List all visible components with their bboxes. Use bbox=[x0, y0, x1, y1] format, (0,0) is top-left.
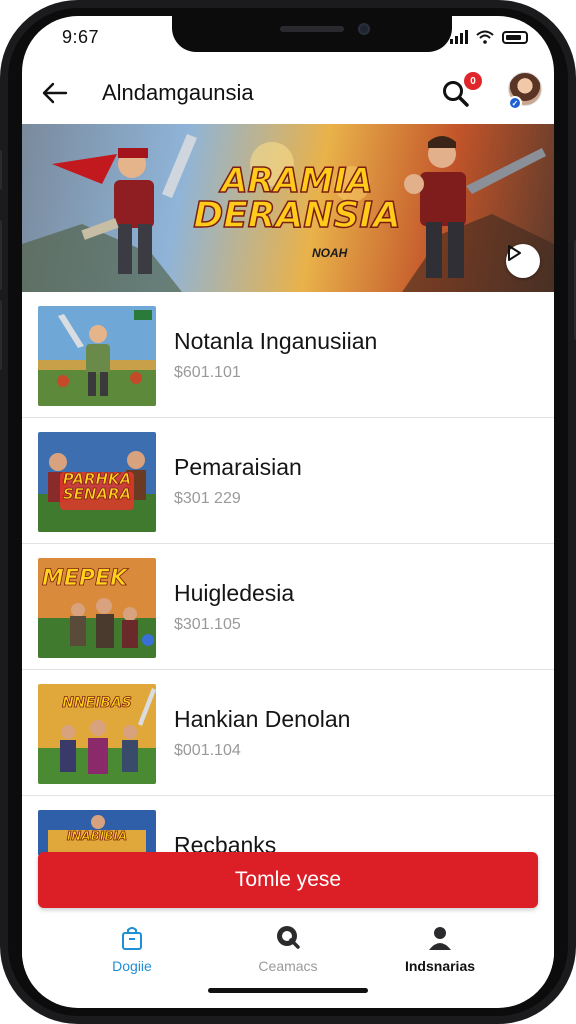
tab-indsnarias[interactable]: Indsnarias bbox=[360, 924, 520, 980]
item-title: Pemaraisian bbox=[174, 454, 302, 480]
item-price: $001.104 bbox=[174, 742, 241, 759]
app-bar: Alndamgaunsia 0 ✓ bbox=[22, 60, 554, 124]
thumbnail-text: MEPEK bbox=[42, 566, 128, 591]
list-item[interactable]: INABIBIA Recbanks bbox=[22, 796, 554, 858]
list-item[interactable]: MEPEK Huigledesia $301.105 bbox=[22, 544, 554, 670]
tab-dogiie[interactable]: Dogiie bbox=[52, 924, 212, 980]
battery-icon bbox=[502, 30, 528, 44]
item-title: Huigledesia bbox=[174, 580, 295, 606]
play-icon bbox=[508, 245, 521, 261]
item-title: Hankian Denolan bbox=[174, 706, 351, 732]
front-camera bbox=[358, 23, 370, 35]
game-thumbnail bbox=[38, 306, 156, 406]
item-title: Notanla Inganusiian bbox=[174, 328, 378, 354]
game-thumbnail: PARHKA SENARA bbox=[38, 432, 156, 532]
search-chat-icon bbox=[277, 926, 300, 949]
play-button[interactable] bbox=[506, 244, 540, 278]
banner-title: ARAMIA DERANSIA bbox=[192, 161, 402, 236]
primary-action-button[interactable]: Tomle yese bbox=[38, 852, 538, 908]
list-item[interactable]: NNEIBAS Hankian Denolan $001.104 bbox=[22, 670, 554, 796]
tab-label: Ceamacs bbox=[258, 958, 318, 974]
tab-label: Indsnarias bbox=[404, 958, 476, 974]
phone-frame: 9:67 Alndamgaunsia 0 ✓ ARAMIA DERANSIA N… bbox=[0, 0, 576, 1024]
tab-label: Dogiie bbox=[112, 958, 152, 974]
banner-subtitle: NOAH bbox=[312, 246, 348, 260]
featured-banner[interactable]: ARAMIA DERANSIA NOAH bbox=[22, 124, 554, 292]
verified-icon: ✓ bbox=[508, 96, 522, 110]
page-title: Alndamgaunsia bbox=[102, 80, 254, 105]
volume-down-button bbox=[0, 300, 2, 370]
volume-up-button bbox=[0, 220, 2, 290]
tab-ceamacs[interactable]: Ceamacs bbox=[208, 924, 368, 980]
signal-icon bbox=[450, 30, 468, 44]
notification-badge: 0 bbox=[464, 72, 482, 90]
thumbnail-text: PARHKA SENARA bbox=[62, 470, 132, 503]
back-button[interactable] bbox=[40, 78, 70, 108]
game-thumbnail: MEPEK bbox=[38, 558, 156, 658]
list-item[interactable]: PARHKA SENARA Pemaraisian $301 229 bbox=[22, 418, 554, 544]
game-thumbnail: INABIBIA bbox=[38, 810, 156, 856]
thumbnail-text: NNEIBAS bbox=[62, 695, 133, 711]
thumbnail-text: INABIBIA bbox=[66, 829, 128, 843]
item-price: $301 229 bbox=[174, 490, 241, 507]
item-price: $301.105 bbox=[174, 616, 241, 633]
screen: 9:67 Alndamgaunsia 0 ✓ ARAMIA DERANSIA N… bbox=[22, 16, 554, 1008]
bag-icon bbox=[122, 927, 142, 950]
person-icon bbox=[429, 927, 451, 950]
game-thumbnail: NNEIBAS bbox=[38, 684, 156, 784]
status-time: 9:67 bbox=[62, 27, 100, 47]
list-item[interactable]: Notanla Inganusiian $601.101 bbox=[22, 292, 554, 418]
bottom-tab-bar: Dogiie Ceamacs Indsnarias bbox=[22, 916, 554, 986]
home-indicator[interactable] bbox=[208, 988, 368, 993]
banner-title-line2: DERANSIA bbox=[193, 195, 402, 236]
game-list: Notanla Inganusiian $601.101 PARHKA SENA… bbox=[22, 292, 554, 858]
wifi-icon bbox=[476, 30, 494, 44]
status-icons bbox=[450, 30, 528, 44]
item-price: $601.101 bbox=[174, 364, 241, 381]
notch bbox=[172, 16, 452, 52]
banner-title-line1: ARAMIA bbox=[220, 161, 373, 201]
mute-switch bbox=[0, 150, 2, 190]
earpiece-speaker bbox=[280, 26, 344, 32]
back-arrow-icon bbox=[42, 82, 68, 104]
